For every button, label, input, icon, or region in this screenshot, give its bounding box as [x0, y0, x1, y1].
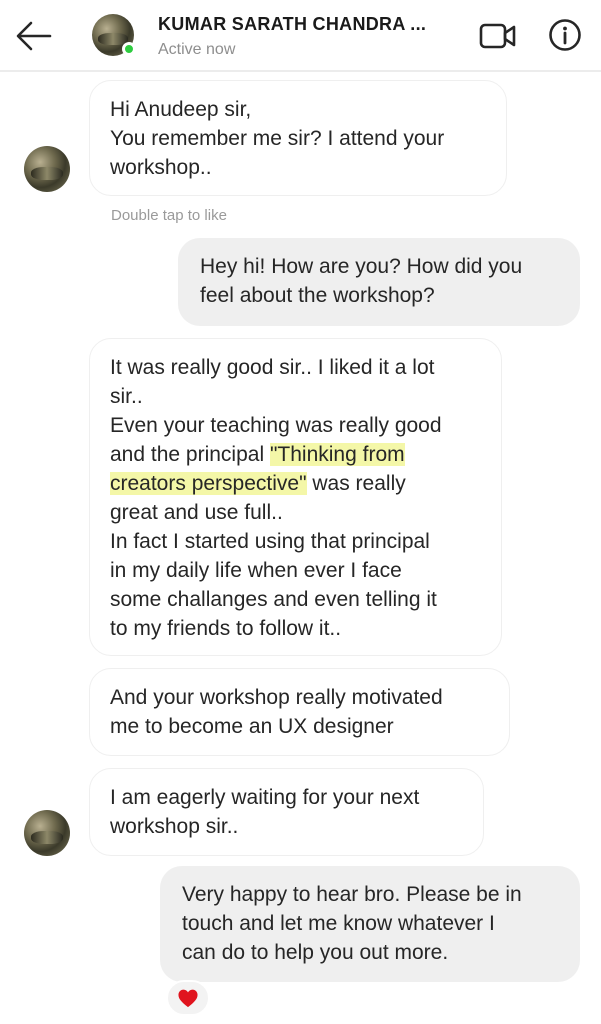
incoming-message[interactable]: I am eagerly waiting for your next works…	[89, 768, 484, 856]
double-tap-hint: Double tap to like	[111, 207, 227, 224]
video-call-icon	[479, 23, 516, 49]
active-status: Active now	[158, 41, 236, 58]
online-status-dot	[122, 42, 136, 56]
info-icon	[549, 19, 581, 51]
incoming-message[interactable]: Hi Anudeep sir, You remember me sir? I a…	[89, 80, 507, 196]
outgoing-message[interactable]: Very happy to hear bro. Please be in tou…	[160, 866, 580, 982]
back-arrow-icon	[16, 21, 52, 51]
highlighted-text: creators perspective"	[110, 472, 307, 495]
message-text: was really great and use full.. In fact …	[110, 472, 437, 640]
outgoing-message[interactable]: Hey hi! How are you? How did you feel ab…	[178, 238, 580, 326]
message-reaction[interactable]	[166, 980, 210, 1016]
contact-name[interactable]: KUMAR SARATH CHANDRA ...	[158, 14, 426, 35]
info-button[interactable]	[548, 18, 582, 52]
incoming-message[interactable]: It was really good sir.. I liked it a lo…	[89, 338, 502, 656]
sender-avatar[interactable]	[24, 810, 70, 856]
highlighted-text: "Thinking from	[269, 443, 405, 466]
heart-icon	[178, 989, 198, 1008]
incoming-message[interactable]: And your workshop really motivated me to…	[89, 668, 510, 756]
video-call-button[interactable]	[478, 20, 518, 52]
sender-avatar[interactable]	[24, 146, 70, 192]
chat-header: KUMAR SARATH CHANDRA ... Active now	[0, 0, 601, 72]
back-button[interactable]	[14, 18, 54, 54]
